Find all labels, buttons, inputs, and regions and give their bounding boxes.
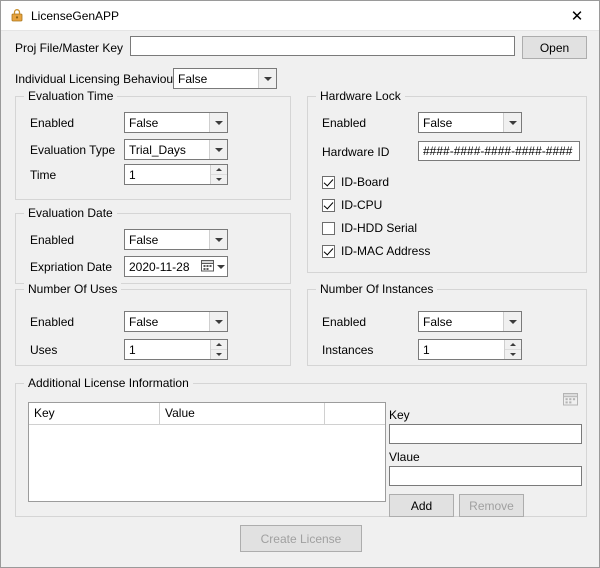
spinner-up-icon[interactable] <box>211 340 227 350</box>
spinner-down-icon[interactable] <box>505 350 521 359</box>
chevron-down-icon <box>258 69 276 88</box>
eval-date-enabled-combo[interactable]: False <box>124 229 228 250</box>
checkbox-label: ID-MAC Address <box>341 244 431 258</box>
spinner-buttons[interactable] <box>210 340 227 359</box>
hw-enabled-label: Enabled <box>322 116 367 130</box>
instances-value: 1 <box>423 342 430 357</box>
eval-time-spinner[interactable]: 1 <box>124 164 228 185</box>
expiration-date-label: Expriation Date <box>30 260 113 274</box>
additional-license-title: Additional License Information <box>24 376 193 390</box>
eval-type-value: Trial_Days <box>129 142 186 157</box>
evaluation-date-group: Evaluation Date Enabled False Expriation… <box>15 206 291 284</box>
chevron-down-icon <box>209 140 227 159</box>
spinner-down-icon[interactable] <box>211 175 227 184</box>
checkbox-box[interactable] <box>322 175 335 189</box>
chevron-down-icon <box>503 312 521 331</box>
checkbox-label: ID-CPU <box>341 198 383 212</box>
checkbox-id-board[interactable]: ID-Board <box>322 175 389 189</box>
remove-button[interactable]: Remove <box>459 494 524 517</box>
open-button[interactable]: Open <box>522 36 587 59</box>
chevron-down-icon <box>209 312 227 331</box>
uses-value: 1 <box>129 342 136 357</box>
additional-value-input[interactable] <box>389 466 582 486</box>
hardware-lock-title: Hardware Lock <box>316 89 405 103</box>
eval-date-enabled-value: False <box>129 232 159 247</box>
chevron-down-icon <box>503 113 521 132</box>
instances-enabled-value: False <box>423 314 453 329</box>
uses-enabled-label: Enabled <box>30 315 75 329</box>
eval-time-enabled-combo[interactable]: False <box>124 112 228 133</box>
instances-enabled-combo[interactable]: False <box>418 311 522 332</box>
checkbox-box[interactable] <box>322 244 335 258</box>
checkbox-id-cpu[interactable]: ID-CPU <box>322 198 382 212</box>
calendar-small-icon[interactable] <box>563 392 578 409</box>
add-button[interactable]: Add <box>389 494 454 517</box>
checkbox-label: ID-HDD Serial <box>341 221 418 235</box>
spinner-up-icon[interactable] <box>505 340 521 350</box>
grid-column-extra <box>325 403 385 424</box>
eval-type-label: Evaluation Type <box>30 143 116 157</box>
additional-key-label: Key <box>389 408 410 422</box>
calendar-dropdown[interactable] <box>195 257 227 276</box>
window-title: LicenseGenAPP <box>31 8 120 23</box>
hardware-id-input[interactable]: ####-####-####-####-#### <box>418 141 580 161</box>
instances-enabled-label: Enabled <box>322 315 367 329</box>
expiration-date-value: 2020-11-28 <box>129 259 190 274</box>
app-window: LicenseGenAPP ✕ Proj File/Master Key Ope… <box>0 0 600 568</box>
grid-column-value: Value <box>160 403 325 424</box>
chevron-down-icon <box>209 230 227 249</box>
eval-time-enabled-label: Enabled <box>30 116 75 130</box>
additional-key-input[interactable] <box>389 424 582 444</box>
checkbox-label: ID-Board <box>341 175 390 189</box>
uses-enabled-combo[interactable]: False <box>124 311 228 332</box>
individual-licensing-label: Individual Licensing Behaviour <box>15 72 178 86</box>
instances-spinner[interactable]: 1 <box>418 339 522 360</box>
grid-header-row: Key Value <box>29 403 385 425</box>
create-license-button[interactable]: Create License <box>240 525 362 552</box>
hw-enabled-value: False <box>423 115 453 130</box>
number-of-uses-title: Number Of Uses <box>24 282 122 296</box>
uses-spinner[interactable]: 1 <box>124 339 228 360</box>
checkbox-id-hdd-serial[interactable]: ID-HDD Serial <box>322 221 417 235</box>
number-of-instances-title: Number Of Instances <box>316 282 438 296</box>
expiration-date-picker[interactable]: 2020-11-28 <box>124 256 228 277</box>
checkbox-box[interactable] <box>322 221 335 235</box>
number-of-instances-group: Number Of Instances Enabled False Instan… <box>307 282 587 366</box>
uses-label: Uses <box>30 343 58 357</box>
instances-label: Instances <box>322 343 374 357</box>
spinner-down-icon[interactable] <box>211 350 227 359</box>
proj-file-input[interactable] <box>130 36 515 56</box>
spinner-buttons[interactable] <box>504 340 521 359</box>
evaluation-time-title: Evaluation Time <box>24 89 118 103</box>
additional-license-grid[interactable]: Key Value <box>28 402 386 502</box>
eval-type-combo[interactable]: Trial_Days <box>124 139 228 160</box>
hardware-lock-group: Hardware Lock Enabled False Hardware ID … <box>307 89 587 273</box>
additional-value-label: Vlaue <box>389 450 420 464</box>
checkbox-id-mac-address[interactable]: ID-MAC Address <box>322 244 430 258</box>
individual-licensing-combo[interactable]: False <box>173 68 277 89</box>
eval-time-enabled-value: False <box>129 115 159 130</box>
individual-licensing-value: False <box>178 71 208 86</box>
calendar-icon[interactable] <box>201 259 214 275</box>
evaluation-date-title: Evaluation Date <box>24 206 117 220</box>
checkbox-box[interactable] <box>322 198 335 212</box>
eval-time-value: 1 <box>129 167 136 182</box>
additional-license-group: Additional License Information Key Value… <box>15 376 587 517</box>
eval-time-label: Time <box>30 168 57 182</box>
title-bar: LicenseGenAPP ✕ <box>1 1 599 31</box>
hardware-id-label: Hardware ID <box>322 145 390 159</box>
chevron-down-icon <box>209 113 227 132</box>
app-icon <box>9 8 25 24</box>
spinner-up-icon[interactable] <box>211 165 227 175</box>
spinner-buttons[interactable] <box>210 165 227 184</box>
uses-enabled-value: False <box>129 314 159 329</box>
number-of-uses-group: Number Of Uses Enabled False Uses 1 <box>15 282 291 366</box>
grid-column-key: Key <box>29 403 160 424</box>
hw-enabled-combo[interactable]: False <box>418 112 522 133</box>
evaluation-time-group: Evaluation Time Enabled False Evaluation… <box>15 89 291 200</box>
close-button[interactable]: ✕ <box>555 1 599 30</box>
eval-date-enabled-label: Enabled <box>30 233 75 247</box>
proj-file-label: Proj File/Master Key <box>15 41 124 55</box>
